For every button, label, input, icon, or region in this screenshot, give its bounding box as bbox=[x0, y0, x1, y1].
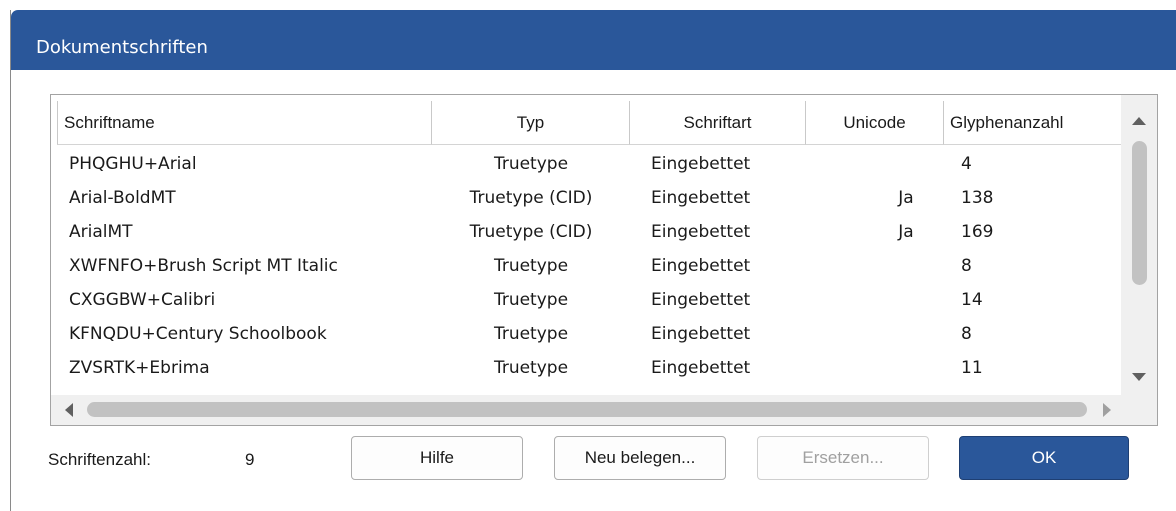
font-glyphs-cell: 14 bbox=[961, 290, 983, 310]
font-count-label: Schriftenzahl: bbox=[48, 450, 151, 469]
horizontal-scrollbar[interactable] bbox=[51, 395, 1123, 425]
font-glyphs-cell: 8 bbox=[961, 324, 972, 344]
font-embedding-cell: Eingebettet bbox=[651, 290, 751, 310]
font-name-cell: PHQGHU+Arial bbox=[69, 154, 197, 174]
font-count-value: 9 bbox=[245, 450, 255, 469]
font-type-cell: Truetype (CID) bbox=[469, 222, 593, 242]
font-embedding-cell: Eingebettet bbox=[651, 324, 751, 344]
vertical-scrollbar[interactable] bbox=[1121, 95, 1157, 395]
font-type-cell: Truetype bbox=[493, 290, 569, 310]
font-glyphs-cell: 138 bbox=[961, 188, 994, 208]
font-glyphs-cell: 11 bbox=[961, 358, 983, 378]
font-glyphs-cell: 8 bbox=[961, 256, 972, 276]
scrollbar-corner bbox=[1121, 395, 1157, 425]
font-name-cell: KFNQDU+Century Schoolbook bbox=[69, 324, 327, 344]
font-name-cell: ArialMT bbox=[69, 222, 133, 242]
column-header-typ[interactable]: Typ bbox=[432, 101, 630, 145]
column-header-schriftname[interactable]: Schriftname bbox=[57, 101, 432, 145]
column-header-unicode[interactable]: Unicode bbox=[806, 101, 944, 145]
scroll-up-icon[interactable] bbox=[1132, 117, 1146, 125]
table-row[interactable]: CXGGBW+Calibri Truetype Eingebettet 14 bbox=[51, 283, 1121, 317]
font-embedding-cell: Eingebettet bbox=[651, 358, 751, 378]
font-name-cell: ZVSRTK+Ebrima bbox=[69, 358, 210, 378]
table-row[interactable]: KFNQDU+Century Schoolbook Truetype Einge… bbox=[51, 317, 1121, 351]
scroll-down-icon[interactable] bbox=[1132, 373, 1146, 381]
column-header-schriftart[interactable]: Schriftart bbox=[630, 101, 806, 145]
vertical-scroll-thumb[interactable] bbox=[1132, 141, 1147, 285]
font-name-cell: XWFNFO+Brush Script MT Italic bbox=[69, 256, 338, 276]
font-embedding-cell: Eingebettet bbox=[651, 256, 751, 276]
font-type-cell: Truetype (CID) bbox=[469, 188, 593, 208]
table-row[interactable]: ArialMT Truetype (CID) Eingebettet Ja 16… bbox=[51, 215, 1121, 249]
font-embedding-cell: Eingebettet bbox=[651, 222, 751, 242]
table-row[interactable]: XWFNFO+Brush Script MT Italic Truetype E… bbox=[51, 249, 1121, 283]
horizontal-scroll-thumb[interactable] bbox=[87, 402, 1087, 417]
font-glyphs-cell: 169 bbox=[961, 222, 994, 242]
font-type-cell: Truetype bbox=[493, 154, 569, 174]
fonts-table: Schriftname Typ Schriftart Unicode Glyph… bbox=[50, 94, 1158, 426]
remap-button[interactable]: Neu belegen... bbox=[554, 436, 726, 480]
font-unicode-cell: Ja bbox=[898, 222, 914, 242]
table-row[interactable]: PHQGHU+Arial Truetype Eingebettet 4 bbox=[51, 147, 1121, 181]
scroll-left-icon[interactable] bbox=[65, 403, 73, 417]
replace-button[interactable]: Ersetzen... bbox=[757, 436, 929, 480]
font-name-cell: CXGGBW+Calibri bbox=[69, 290, 216, 310]
table-row[interactable]: Arial-BoldMT Truetype (CID) Eingebettet … bbox=[51, 181, 1121, 215]
font-type-cell: Truetype bbox=[493, 256, 569, 276]
help-button[interactable]: Hilfe bbox=[351, 436, 523, 480]
font-type-cell: Truetype bbox=[493, 358, 569, 378]
table-header: Schriftname Typ Schriftart Unicode Glyph… bbox=[57, 101, 1157, 145]
font-unicode-cell: Ja bbox=[898, 188, 914, 208]
scroll-right-icon[interactable] bbox=[1103, 403, 1111, 417]
title-bar[interactable]: Dokumentschriften bbox=[11, 10, 1176, 70]
font-glyphs-cell: 4 bbox=[961, 154, 972, 174]
font-type-cell: Truetype bbox=[493, 324, 569, 344]
fonts-dialog: Dokumentschriften Schriftname Typ Schrif… bbox=[10, 10, 1176, 511]
column-header-glyphenanzahl[interactable]: Glyphenanzahl bbox=[944, 101, 1122, 145]
font-embedding-cell: Eingebettet bbox=[651, 188, 751, 208]
ok-button[interactable]: OK bbox=[959, 436, 1129, 480]
dialog-title: Dokumentschriften bbox=[36, 37, 208, 58]
font-name-cell: Arial-BoldMT bbox=[69, 188, 176, 208]
table-row[interactable]: ZVSRTK+Ebrima Truetype Eingebettet 11 bbox=[51, 351, 1121, 385]
font-embedding-cell: Eingebettet bbox=[651, 154, 751, 174]
